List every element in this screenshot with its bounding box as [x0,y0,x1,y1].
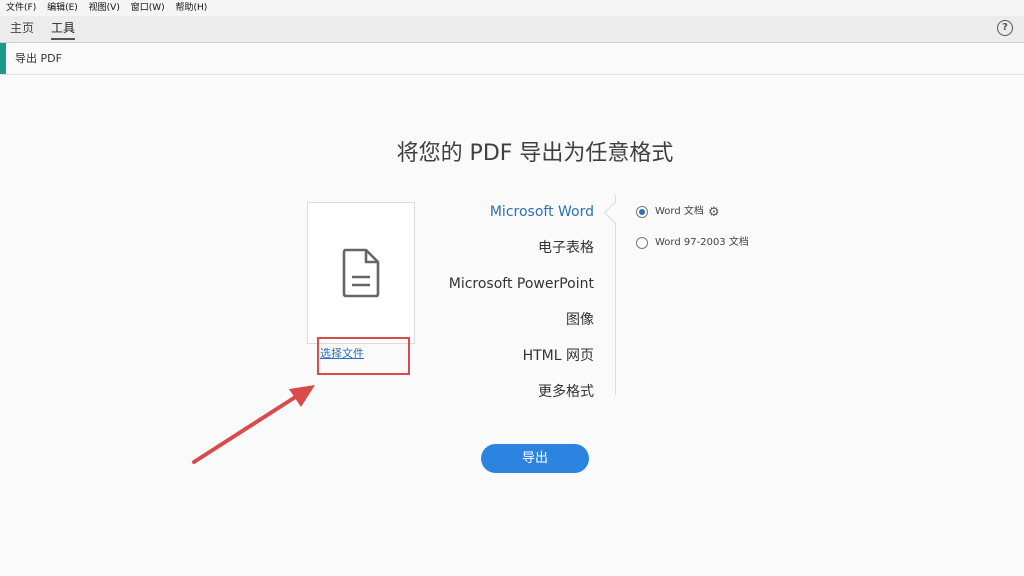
format-more[interactable]: 更多格式 [420,375,594,411]
radio-word-document[interactable] [636,206,648,218]
option-word-document-label: Word 文档 [655,206,704,217]
format-spreadsheet[interactable]: 电子表格 [420,231,594,267]
menu-file[interactable]: 文件(F) [6,3,36,13]
accent-bar [0,43,6,74]
gear-icon[interactable]: ⚙ [708,205,720,220]
format-microsoft-word[interactable]: Microsoft Word [420,195,594,231]
format-image[interactable]: 图像 [420,303,594,339]
format-list: Microsoft Word 电子表格 Microsoft PowerPoint… [420,195,594,411]
page-heading: 将您的 PDF 导出为任意格式 [396,141,674,166]
menu-view[interactable]: 视图(V) [89,3,120,13]
tool-header: 导出 PDF [0,43,1024,75]
tab-bar: 主页 工具 ? [0,16,1024,43]
option-word-97-2003-label: Word 97-2003 文档 [655,237,749,248]
radio-word-97-2003[interactable] [636,237,648,249]
menu-help[interactable]: 帮助(H) [176,3,208,13]
tab-tools[interactable]: 工具 [51,16,76,42]
file-drop-card[interactable] [307,202,415,344]
menu-window[interactable]: 窗口(W) [131,3,165,13]
tool-title: 导出 PDF [15,52,62,65]
selection-pointer [603,201,626,224]
document-icon [342,248,380,298]
format-powerpoint[interactable]: Microsoft PowerPoint [420,267,594,303]
tab-home[interactable]: 主页 [10,16,34,42]
menu-bar: 文件(F) 编辑(E) 视图(V) 窗口(W) 帮助(H) [0,0,1024,16]
export-button[interactable]: 导出 [481,444,589,473]
choose-file-link[interactable]: 选择文件 [320,345,410,361]
format-html[interactable]: HTML 网页 [420,339,594,375]
help-icon[interactable]: ? [997,20,1013,36]
annotation-arrow [192,385,315,464]
format-divider [615,195,616,395]
menu-edit[interactable]: 编辑(E) [47,3,78,13]
